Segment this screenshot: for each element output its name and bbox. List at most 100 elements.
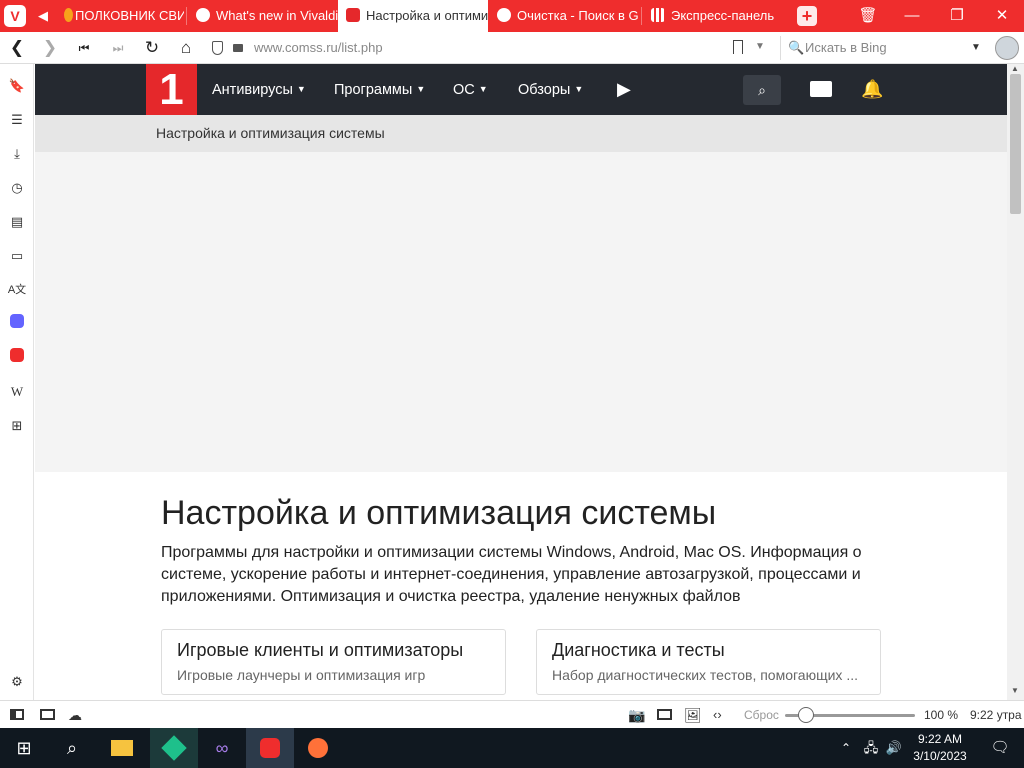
back-button[interactable]: ❮ bbox=[5, 36, 29, 60]
mute-icon[interactable]: ◀ bbox=[38, 8, 54, 24]
search-icon[interactable]: ⌕ bbox=[48, 728, 96, 768]
grid-icon bbox=[651, 8, 665, 22]
zoom-level: 100 % bbox=[924, 708, 959, 722]
google-icon bbox=[497, 8, 511, 22]
tab-comss[interactable]: Настройка и оптимиз bbox=[338, 0, 488, 32]
add-panel-icon[interactable]: ⊞ bbox=[7, 416, 27, 436]
fast-forward-button[interactable]: ⏭ bbox=[106, 36, 130, 60]
caret-down-icon: ▼ bbox=[478, 84, 488, 94]
scroll-thumb[interactable] bbox=[1010, 74, 1021, 214]
menu-os[interactable]: ОС ▼ bbox=[453, 64, 488, 115]
app-cube-icon[interactable] bbox=[150, 728, 198, 768]
page-description: Программы для настройки и оптимизации си… bbox=[161, 544, 862, 605]
scroll-up-arrow-icon[interactable]: ▲ bbox=[1011, 64, 1019, 73]
address-toolbar: ❮ ❯ ⏮ ⏭ ↻ ⌂ www.comss.ru/list.php ▼ 🔍 Ис… bbox=[0, 32, 1024, 64]
tab-bar: V ◀ ПОЛКОВНИК СВИТ What's new in Vivaldi… bbox=[0, 0, 1024, 32]
vivaldi-icon bbox=[196, 8, 210, 22]
search-icon: 🔍 bbox=[788, 40, 805, 55]
code-icon[interactable]: ‹› bbox=[713, 701, 722, 729]
profile-avatar[interactable] bbox=[995, 36, 1019, 60]
menu-programs[interactable]: Программы ▼ bbox=[334, 64, 425, 115]
tab-google-search[interactable]: Очистка - Поиск в Go bbox=[489, 0, 639, 32]
file-explorer-icon[interactable] bbox=[98, 728, 146, 768]
web-page: 1 Антивирусы ▼ Программы ▼ ОС ▼ Обзоры ▼ ▶ ⌕… bbox=[35, 64, 1007, 700]
scrollbar[interactable]: ▲ ▼ bbox=[1007, 64, 1024, 700]
breadcrumb-bar: Настройка и оптимизация системы bbox=[35, 115, 1007, 152]
wikipedia-icon[interactable]: W bbox=[7, 382, 27, 402]
category-card-gaming[interactable]: Игровые клиенты и оптимизаторы Игровые л… bbox=[161, 629, 506, 695]
window-icon[interactable]: ▭ bbox=[7, 246, 27, 266]
bell-icon[interactable]: 🔔 bbox=[861, 78, 883, 100]
reading-list-icon[interactable]: ☰ bbox=[7, 110, 27, 130]
network-icon[interactable]: 🖧 bbox=[860, 728, 882, 768]
chevron-down-icon[interactable]: ▼ bbox=[755, 41, 765, 52]
vivaldi-taskbar-icon[interactable] bbox=[246, 728, 294, 768]
window-icon[interactable] bbox=[657, 709, 672, 720]
side-panel: 🔖 ☰ ⤓ ◷ ▤ ▭ A文 W ⊞ ⚙ bbox=[0, 64, 34, 700]
reload-button[interactable]: ↻ bbox=[140, 36, 164, 60]
rewind-button[interactable]: ⏮ bbox=[72, 36, 96, 60]
taskbar-clock[interactable]: 9:22 AM 3/10/2023 bbox=[906, 731, 974, 765]
search-input[interactable]: 🔍 Искать в Bing ▼ bbox=[780, 36, 988, 60]
translate-icon[interactable]: A文 bbox=[7, 280, 27, 300]
minimize-button[interactable]: — bbox=[890, 0, 934, 32]
taskbar: ⊞ ⌕ ∞ ⌃ 🖧 🔊 9:22 AM 3/10/2023 🗨 bbox=[0, 728, 1024, 768]
bookmark-icon[interactable]: 🔖 bbox=[7, 76, 27, 96]
maximize-button[interactable]: ❐ bbox=[935, 0, 979, 32]
tab-polkovnik[interactable]: ПОЛКОВНИК СВИТ bbox=[60, 0, 184, 32]
home-button[interactable]: ⌂ bbox=[174, 36, 198, 60]
ad-placeholder bbox=[35, 152, 1007, 472]
caret-down-icon: ▼ bbox=[296, 84, 306, 94]
zoom-slider[interactable] bbox=[785, 701, 915, 729]
card-title: Диагностика и тесты bbox=[552, 640, 725, 660]
download-icon[interactable]: ⤓ bbox=[7, 144, 27, 164]
vivaldi-menu-button[interactable]: V bbox=[4, 5, 26, 27]
panel-toggle-icon[interactable] bbox=[10, 709, 24, 720]
lock-icon[interactable] bbox=[233, 44, 243, 52]
menu-antivirus[interactable]: Антивирусы ▼ bbox=[212, 64, 306, 115]
fire-icon bbox=[64, 8, 73, 22]
new-tab-button[interactable]: + bbox=[797, 6, 817, 26]
chat-icon[interactable] bbox=[810, 81, 832, 97]
menu-reviews[interactable]: Обзоры ▼ bbox=[518, 64, 583, 115]
settings-icon[interactable]: ⚙ bbox=[7, 672, 27, 692]
search-engine-dropdown-icon[interactable]: ▼ bbox=[971, 36, 981, 60]
site-search-button[interactable]: ⌕ bbox=[743, 75, 781, 105]
card-subtitle: Набор диагностических тестов, помогающих… bbox=[552, 667, 858, 683]
main-content: Настройка и оптимизация системы Программ… bbox=[35, 472, 1007, 700]
capture-camera-icon[interactable]: 📷 bbox=[628, 701, 645, 729]
mastodon-icon[interactable] bbox=[7, 314, 27, 334]
zoom-reset-button[interactable]: Сброс bbox=[744, 701, 779, 729]
notes-icon[interactable]: ▤ bbox=[7, 212, 27, 232]
trash-icon[interactable]: 🗑 bbox=[858, 6, 878, 26]
show-hidden-icons-chevron[interactable]: ⌃ bbox=[836, 728, 856, 768]
sync-cloud-icon[interactable]: ☁ bbox=[68, 701, 82, 729]
vivaldi-icon[interactable] bbox=[7, 348, 27, 368]
status-clock: 9:22 утра bbox=[970, 708, 1022, 722]
visual-studio-icon[interactable]: ∞ bbox=[198, 728, 246, 768]
site-header: 1 Антивирусы ▼ Программы ▼ ОС ▼ Обзоры ▼ ▶ ⌕… bbox=[35, 64, 1007, 115]
card-subtitle: Игровые лаунчеры и оптимизация игр bbox=[177, 667, 426, 683]
caret-down-icon: ▼ bbox=[416, 84, 426, 94]
firefox-icon[interactable] bbox=[294, 728, 342, 768]
forward-button[interactable]: ❯ bbox=[38, 36, 62, 60]
tab-speed-dial[interactable]: Экспресс-панель bbox=[643, 0, 793, 32]
windows-start-icon[interactable]: ⊞ bbox=[0, 728, 48, 768]
close-button[interactable]: ✕ bbox=[980, 0, 1024, 32]
menu-more-arrow-icon[interactable]: ▶ bbox=[617, 64, 631, 115]
tile-tabs-icon[interactable] bbox=[40, 709, 55, 720]
bookmark-page-icon[interactable] bbox=[733, 40, 743, 54]
volume-icon[interactable]: 🔊 bbox=[883, 728, 905, 768]
shield-icon[interactable] bbox=[212, 41, 223, 55]
caret-down-icon: ▼ bbox=[574, 84, 584, 94]
image-icon[interactable]: 🖼 bbox=[684, 701, 702, 729]
site-logo[interactable]: 1 bbox=[146, 64, 197, 115]
tab-vivaldi-news[interactable]: What's new in Vivaldi bbox=[188, 0, 338, 32]
notification-center-icon[interactable]: 🗨 bbox=[976, 728, 1024, 768]
zoom-slider-knob[interactable] bbox=[798, 707, 814, 723]
category-card-diagnostics[interactable]: Диагностика и тесты Набор диагностически… bbox=[536, 629, 881, 695]
scroll-down-arrow-icon[interactable]: ▼ bbox=[1011, 686, 1019, 695]
card-title: Игровые клиенты и оптимизаторы bbox=[177, 640, 464, 660]
history-icon[interactable]: ◷ bbox=[7, 178, 27, 198]
breadcrumb[interactable]: Настройка и оптимизация системы bbox=[156, 125, 385, 141]
